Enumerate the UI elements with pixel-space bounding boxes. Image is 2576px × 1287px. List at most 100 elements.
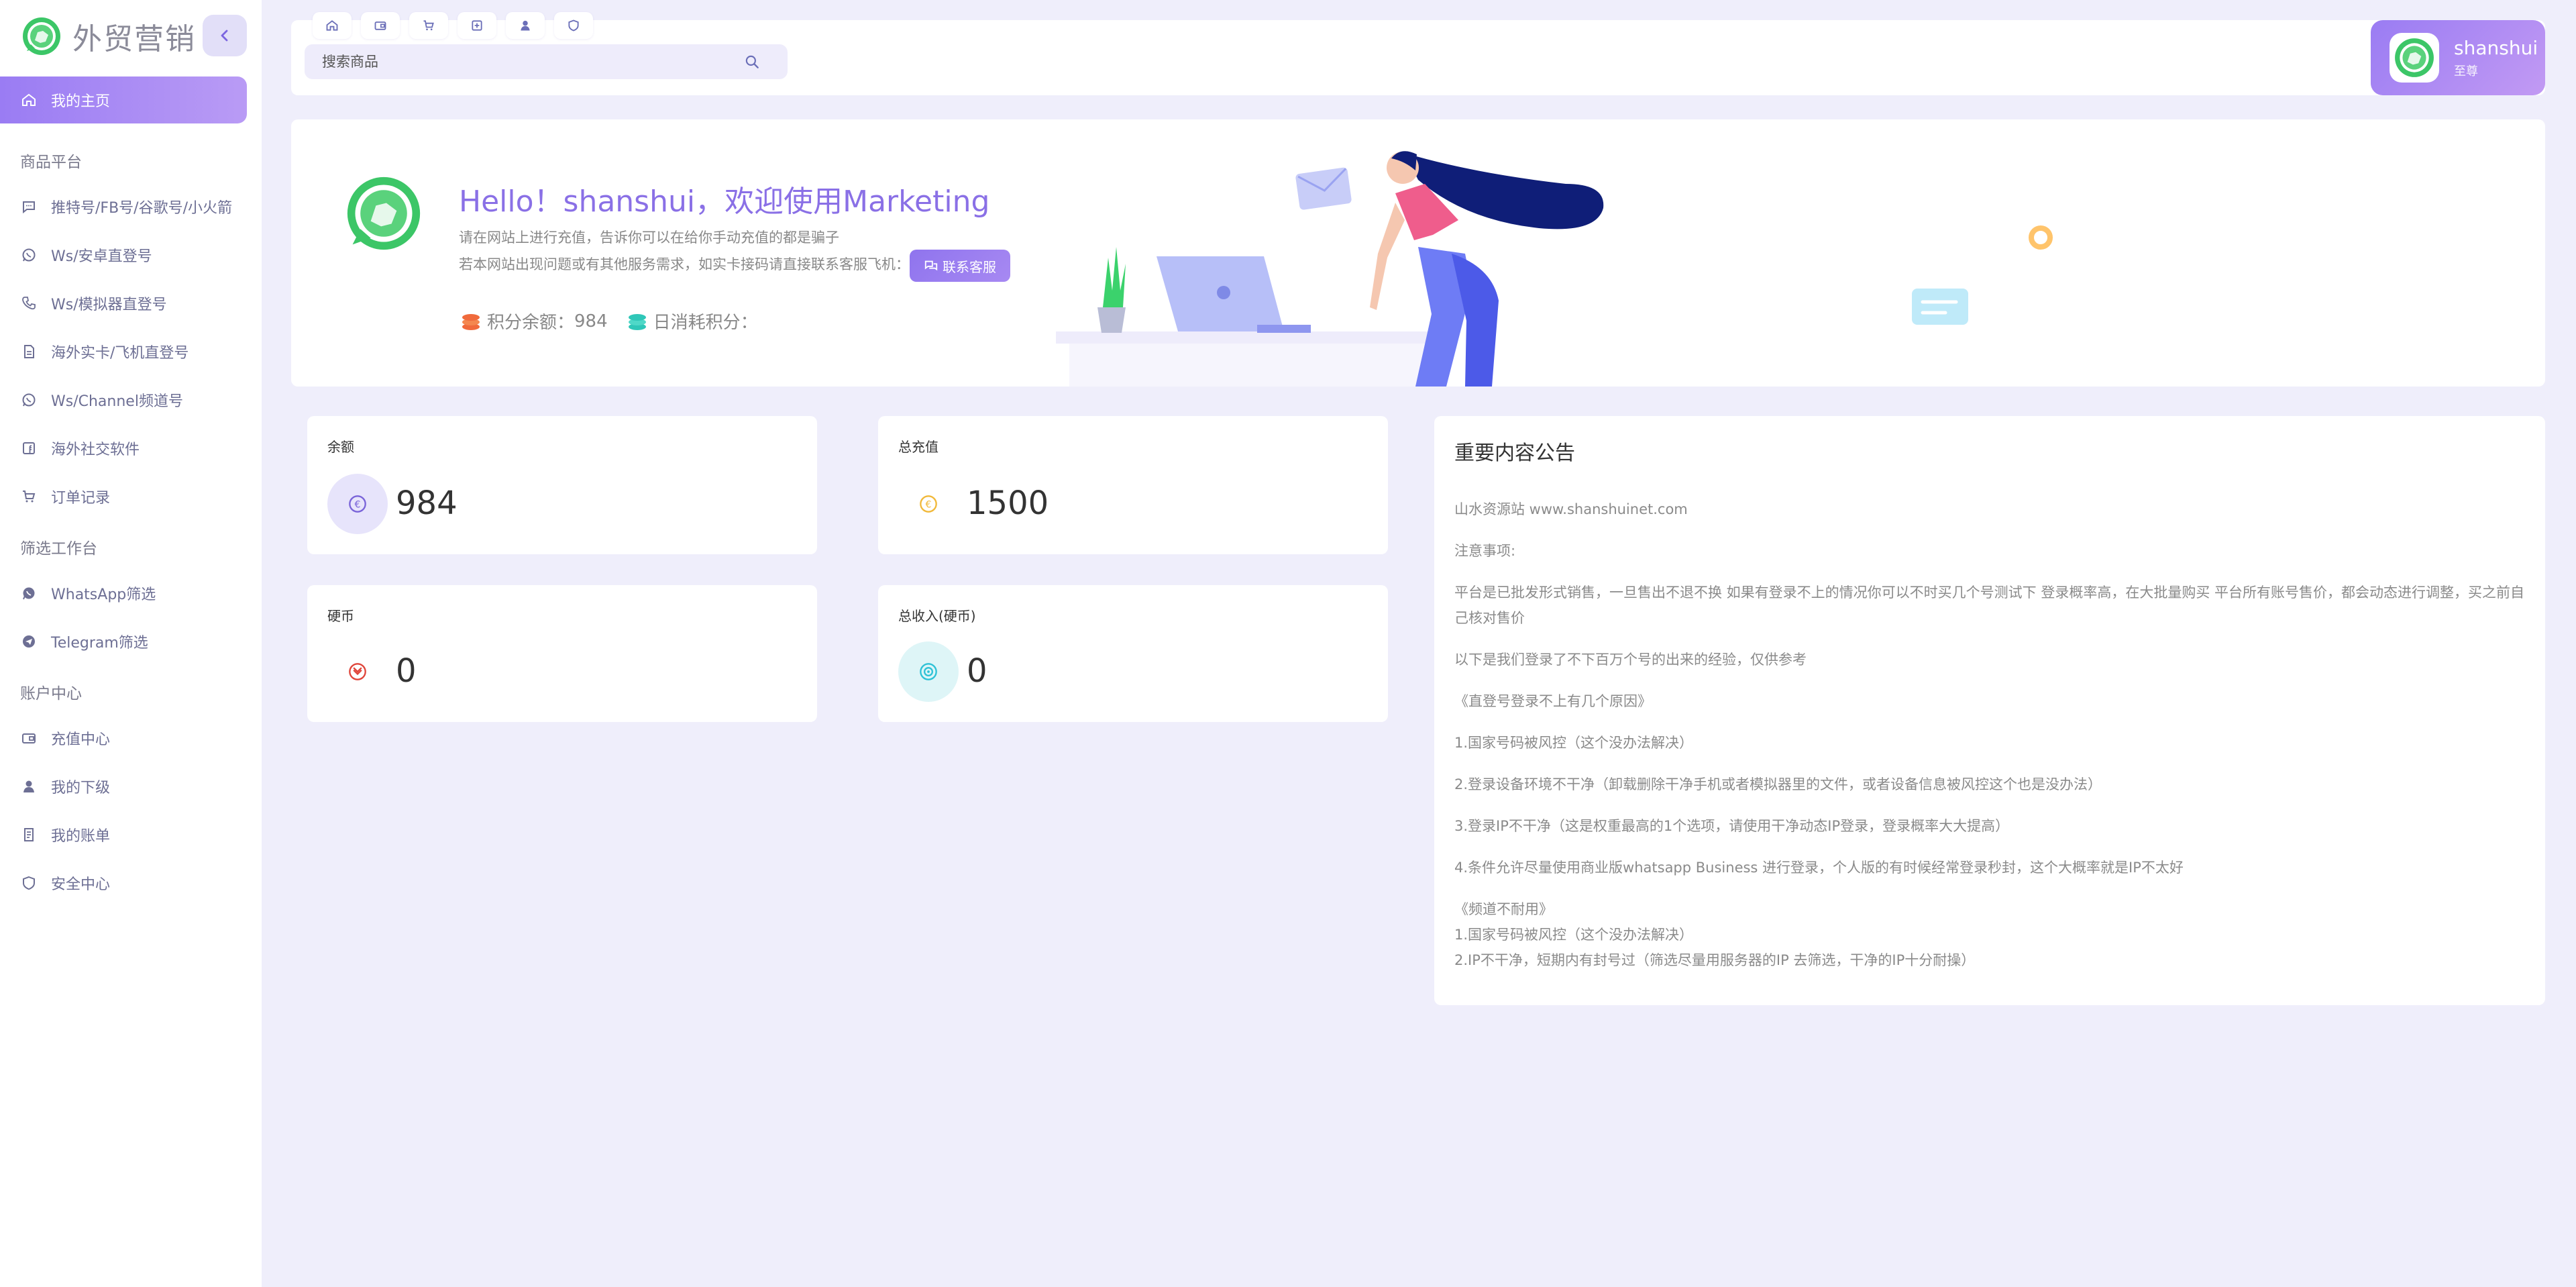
quick-add-button[interactable]	[458, 12, 496, 39]
sidebar-item-ws-emulator[interactable]: Ws/模拟器直登号	[0, 280, 247, 327]
sidebar-item-twitter-fb-google[interactable]: 推特号/FB号/谷歌号/小火箭	[0, 183, 247, 230]
menu-group-filter: 筛选工作台	[20, 540, 97, 558]
total-income-label: 总收入(硬币)	[898, 608, 976, 624]
sidebar-item-home[interactable]: 我的主页	[0, 76, 247, 123]
gold-coin-icon: €	[898, 474, 959, 534]
sidebar-item-orders[interactable]: 订单记录	[0, 473, 247, 520]
user-icon	[20, 778, 38, 795]
sidebar-item-security[interactable]: 安全中心	[0, 860, 247, 907]
plus-box-icon	[472, 20, 482, 31]
announcement-line: 注意事项:	[1454, 543, 1516, 559]
total-recharge-value: 1500	[967, 484, 1049, 522]
menu-group-products: 商品平台	[20, 154, 82, 171]
sidebar-item-sim-card[interactable]: 海外实卡/飞机直登号	[0, 328, 247, 375]
brand[interactable]: 外贸营销	[21, 16, 196, 56]
shield-icon	[20, 874, 38, 892]
user-menu[interactable]: shanshui 至尊	[2371, 20, 2545, 95]
quick-cart-button[interactable]	[409, 12, 448, 39]
welcome-banner: Hello！shanshui，欢迎使用Marketing 请在网站上进行充值，告…	[291, 119, 2545, 387]
total-income-value: 0	[967, 652, 987, 690]
whatsapp-icon	[20, 246, 38, 264]
sidebar-item-label: 海外社交软件	[51, 442, 140, 458]
announcement-line: 3.登录IP不干净（这是权重最高的1个选项，请使用干净动态IP登录，登录概率大大…	[1454, 818, 2010, 834]
balance-label: 余额	[327, 439, 354, 455]
quick-home-button[interactable]	[313, 12, 352, 39]
welcome-heading: Hello！shanshui，欢迎使用Marketing	[459, 185, 990, 219]
search-icon[interactable]	[743, 53, 761, 70]
balance-card: 余额 € 984	[307, 416, 817, 554]
announcement-line: 1.国家号码被风控（这个没办法解决）	[1454, 927, 1694, 943]
wallet-icon	[374, 21, 386, 30]
sidebar-item-label: WhatsApp筛选	[51, 586, 156, 603]
announcement-panel: 重要内容公告 山水资源站 www.shanshuinet.com 注意事项: 平…	[1434, 416, 2545, 1005]
phone-icon	[20, 295, 38, 312]
sidebar-item-social-software[interactable]: 海外社交软件	[0, 425, 247, 472]
svg-text:€: €	[355, 499, 361, 510]
red-coin-icon	[327, 641, 388, 702]
cart-icon	[423, 20, 434, 31]
document-icon	[20, 343, 38, 360]
brand-logo-icon	[347, 176, 421, 250]
sidebar-item-bills[interactable]: 我的账单	[0, 811, 247, 858]
target-icon	[898, 641, 959, 702]
announcement-line: 《频道不耐用》	[1454, 901, 1553, 917]
quick-wallet-button[interactable]	[361, 12, 400, 39]
search-box[interactable]	[305, 44, 788, 79]
announcement-line: 2.登录设备环境不干净（卸载删除干净手机或者模拟器里的文件，或者设备信息被风控这…	[1454, 776, 2102, 792]
brand-title: 外贸营销	[72, 22, 196, 56]
announcement-line: 山水资源站 www.shanshuinet.com	[1454, 501, 1688, 517]
sidebar-item-telegram-filter[interactable]: Telegram筛选	[0, 618, 247, 665]
coins-stack-icon	[462, 313, 480, 330]
sidebar-item-label: 海外实卡/飞机直登号	[51, 345, 189, 362]
announcement-line: 《直登号登录不上有几个原因》	[1454, 693, 1652, 709]
sidebar-item-label: Ws/Channel频道号	[51, 393, 183, 410]
sidebar-item-subordinates[interactable]: 我的下级	[0, 763, 247, 810]
points-summary: 积分余额： 984 日消耗积分：	[459, 309, 758, 333]
bill-icon	[20, 826, 38, 843]
contact-support-button[interactable]: 联系客服	[910, 250, 1010, 282]
home-icon	[20, 91, 38, 109]
search-input[interactable]	[321, 53, 739, 70]
quick-security-button[interactable]	[554, 12, 593, 39]
euro-coin-icon: €	[327, 474, 388, 534]
coins-value: 0	[396, 652, 417, 690]
svg-text:€: €	[926, 499, 932, 510]
announcement-line: 平台是已批发形式销售，一旦售出不退不换 如果有登录不上的情况你可以不时买几个号测…	[1454, 584, 2525, 626]
user-name: shanshui	[2454, 36, 2538, 59]
sidebar-item-label: 推特号/FB号/谷歌号/小火箭	[51, 200, 232, 217]
announcement-line: 1.国家号码被风控（这个没办法解决）	[1454, 735, 1694, 751]
sidebar-item-label: Ws/模拟器直登号	[51, 297, 167, 313]
sidebar-item-label: 我的下级	[51, 780, 111, 796]
sidebar-item-label: Telegram筛选	[51, 635, 148, 652]
sidebar-item-whatsapp-filter[interactable]: WhatsApp筛选	[0, 570, 247, 617]
sidebar-item-ws-channel[interactable]: Ws/Channel频道号	[0, 376, 247, 423]
chat-bubbles-icon	[924, 260, 938, 271]
workspace-illustration	[1056, 151, 2053, 387]
sidebar: 外贸营销 我的主页 商品平台 推特号/FB号/谷歌号/小火箭 Ws/安卓直登号 …	[0, 0, 262, 1287]
sidebar-item-recharge[interactable]: 充值中心	[0, 715, 247, 762]
brand-logo-icon	[2395, 38, 2434, 77]
menu-group-account: 账户中心	[20, 685, 82, 703]
announcement-line: 以下是我们登录了不下百万个号的出来的经验，仅供参考	[1454, 652, 1807, 668]
brand-logo-icon	[23, 17, 60, 55]
wallet-icon	[20, 729, 38, 747]
coins-card: 硬币 0	[307, 585, 817, 722]
total-recharge-label: 总充值	[898, 439, 938, 455]
chevron-left-icon	[221, 30, 228, 42]
sidebar-item-label: 订单记录	[51, 490, 111, 507]
chat-icon	[20, 198, 38, 215]
whatsapp-icon	[20, 584, 38, 602]
home-icon	[326, 20, 338, 31]
announcement-title: 重要内容公告	[1454, 442, 1575, 465]
collapse-sidebar-button[interactable]	[203, 15, 247, 56]
shield-icon	[568, 19, 579, 32]
user-icon	[521, 20, 530, 31]
sidebar-item-ws-android[interactable]: Ws/安卓直登号	[0, 231, 247, 278]
quick-access-bar	[313, 12, 602, 39]
total-income-card: 总收入(硬币) 0	[878, 585, 1388, 722]
total-recharge-card: 总充值 € 1500	[878, 416, 1388, 554]
quick-user-button[interactable]	[506, 12, 545, 39]
announcement-body: 山水资源站 www.shanshuinet.com 注意事项: 平台是已批发形式…	[1454, 497, 2528, 973]
sidebar-item-label: 充值中心	[51, 731, 111, 748]
sidebar-item-label: Ws/安卓直登号	[51, 248, 152, 265]
